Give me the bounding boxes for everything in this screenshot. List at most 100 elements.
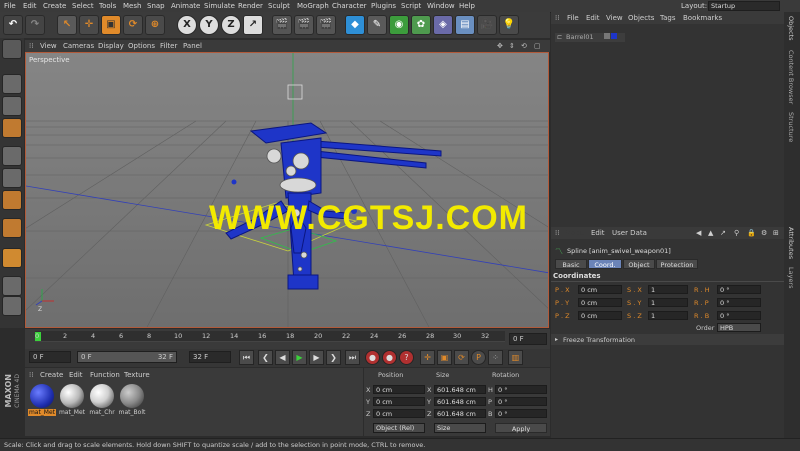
- attr-p-y-field[interactable]: 0 cm: [578, 298, 622, 307]
- size-y-field[interactable]: 601.648 cm: [434, 397, 486, 406]
- render-view-icon[interactable]: 🎬: [272, 15, 292, 35]
- play-icon[interactable]: ▶: [292, 350, 307, 365]
- viewport-menu-filter[interactable]: Filter: [160, 42, 177, 50]
- menu-simulate[interactable]: Simulate: [204, 2, 235, 10]
- position-x-field[interactable]: 0 cm: [373, 385, 425, 394]
- material-swatch[interactable]: mat_Bolt: [118, 384, 146, 420]
- material-swatch[interactable]: mat_Met: [28, 384, 56, 420]
- side-tab-objects[interactable]: Objects: [787, 16, 795, 41]
- viewport-nav-rotate-icon[interactable]: ⟲: [521, 42, 527, 50]
- menu-file[interactable]: File: [4, 2, 16, 10]
- rotation-b-field[interactable]: 0 °: [495, 409, 547, 418]
- coordinate-system-icon[interactable]: ↗: [243, 15, 263, 35]
- array-icon[interactable]: ✿: [411, 15, 431, 35]
- size-z-field[interactable]: 601.648 cm: [434, 409, 486, 418]
- material-swatch[interactable]: mat_Met: [58, 384, 86, 420]
- freeze-transformation-group[interactable]: ▸ Freeze Transformation: [551, 334, 784, 345]
- z-axis-icon[interactable]: Z: [221, 15, 241, 35]
- attr-r-p-field[interactable]: 0 °: [717, 298, 761, 307]
- recent-tools-icon[interactable]: ⊕: [145, 15, 165, 35]
- attr-tab-basic[interactable]: Basic: [555, 259, 587, 269]
- move-icon[interactable]: ✛: [79, 15, 99, 35]
- menu-render[interactable]: Render: [238, 2, 263, 10]
- menu-character[interactable]: Character: [332, 2, 367, 10]
- attr-menu-edit[interactable]: Edit: [591, 229, 605, 237]
- menu-mograph[interactable]: MoGraph: [297, 2, 329, 10]
- autokey-icon[interactable]: ●: [382, 350, 397, 365]
- object-menu-objects[interactable]: Objects: [628, 14, 654, 22]
- menu-window[interactable]: Window: [427, 2, 455, 10]
- attr-tab-object[interactable]: Object: [623, 259, 655, 269]
- attr-search-icon[interactable]: ⚲: [734, 229, 739, 237]
- object-list[interactable]: ⊏ Barrel01: [551, 25, 784, 220]
- material-menu-edit[interactable]: Edit: [69, 371, 83, 379]
- edges-mode-icon[interactable]: [2, 168, 22, 188]
- material-menu-texture[interactable]: Texture: [124, 371, 150, 379]
- object-menu-bookmarks[interactable]: Bookmarks: [683, 14, 722, 22]
- side-tab-attributes[interactable]: Attributes: [787, 227, 795, 259]
- object-visibility-dot[interactable]: [604, 33, 610, 39]
- rotation-key-icon[interactable]: ⟳: [454, 350, 469, 365]
- position-key-icon[interactable]: ✛: [420, 350, 435, 365]
- coord-mode-select[interactable]: Object (Rel): [373, 423, 425, 433]
- perspective-viewport[interactable]: Z Perspective WWW.CGTSJ.COM: [25, 52, 549, 328]
- menu-sculpt[interactable]: Sculpt: [268, 2, 290, 10]
- undo-icon[interactable]: ↶: [3, 15, 23, 35]
- viewport-menu-options[interactable]: Options: [128, 42, 155, 50]
- light-icon[interactable]: 💡: [499, 15, 519, 35]
- attr-up-icon[interactable]: ▲: [708, 229, 713, 237]
- current-frame-field[interactable]: 0 F: [509, 333, 547, 345]
- cube-icon[interactable]: ◆: [345, 15, 365, 35]
- magnet-icon[interactable]: [2, 248, 22, 268]
- previous-key-icon[interactable]: ❮: [258, 350, 273, 365]
- attr-s-x-field[interactable]: 1: [648, 285, 688, 294]
- attr-tab-coord[interactable]: Coord.: [588, 259, 622, 269]
- menu-animate[interactable]: Animate: [171, 2, 200, 10]
- menu-select[interactable]: Select: [72, 2, 94, 10]
- lock-workplane-icon[interactable]: [2, 296, 22, 316]
- menu-snap[interactable]: Snap: [147, 2, 165, 10]
- attr-lock-icon[interactable]: 🔒: [747, 229, 756, 237]
- attr-back-icon[interactable]: ◀: [696, 229, 701, 237]
- attr-p-x-field[interactable]: 0 cm: [578, 285, 622, 294]
- timeline-track[interactable]: [35, 331, 505, 342]
- attr-settings-icon[interactable]: ⚙: [761, 229, 767, 237]
- attr-forward-icon[interactable]: ↗: [720, 229, 726, 237]
- attr-menu-mode[interactable]: Mode: [565, 229, 584, 237]
- menu-help[interactable]: Help: [459, 2, 475, 10]
- go-to-start-icon[interactable]: ⏮: [239, 350, 254, 365]
- attr-s-y-field[interactable]: 1: [648, 298, 688, 307]
- live-select-icon[interactable]: ↖: [57, 15, 77, 35]
- model-mode-icon[interactable]: [2, 74, 22, 94]
- material-menu-create[interactable]: Create: [40, 371, 63, 379]
- polygons-mode-icon[interactable]: [2, 190, 22, 210]
- deformer-icon[interactable]: ◈: [433, 15, 453, 35]
- pen-spline-icon[interactable]: ✎: [367, 15, 387, 35]
- attr-r-b-field[interactable]: 0 °: [717, 311, 761, 320]
- menu-plugins[interactable]: Plugins: [371, 2, 396, 10]
- subdivision-icon[interactable]: ◉: [389, 15, 409, 35]
- render-picture-viewer-icon[interactable]: 🎬: [294, 15, 314, 35]
- layout-select[interactable]: Startup: [708, 1, 780, 11]
- x-axis-icon[interactable]: X: [177, 15, 197, 35]
- object-menu-tags[interactable]: Tags: [660, 14, 676, 22]
- material-swatch[interactable]: mat_Chr: [88, 384, 116, 420]
- scale-key-icon[interactable]: ▣: [437, 350, 452, 365]
- y-axis-icon[interactable]: Y: [199, 15, 219, 35]
- next-frame-icon[interactable]: ▶: [309, 350, 324, 365]
- position-z-field[interactable]: 0 cm: [373, 409, 425, 418]
- object-menu-file[interactable]: File: [567, 14, 579, 22]
- make-editable-icon[interactable]: [2, 39, 22, 59]
- camera-icon[interactable]: 🎥: [477, 15, 497, 35]
- object-material-tag[interactable]: [611, 33, 617, 39]
- keyframe-selection-icon[interactable]: ?: [399, 350, 414, 365]
- attr-r-h-field[interactable]: 0 °: [717, 285, 761, 294]
- parameter-key-icon[interactable]: P: [471, 350, 486, 365]
- viewport-menu-panel[interactable]: Panel: [183, 42, 202, 50]
- apply-button[interactable]: Apply: [495, 423, 547, 433]
- menu-edit[interactable]: Edit: [23, 2, 37, 10]
- menu-tools[interactable]: Tools: [99, 2, 116, 10]
- texture-mode-icon[interactable]: [2, 96, 22, 116]
- attr-p-z-field[interactable]: 0 cm: [578, 311, 622, 320]
- previous-frame-icon[interactable]: ◀: [275, 350, 290, 365]
